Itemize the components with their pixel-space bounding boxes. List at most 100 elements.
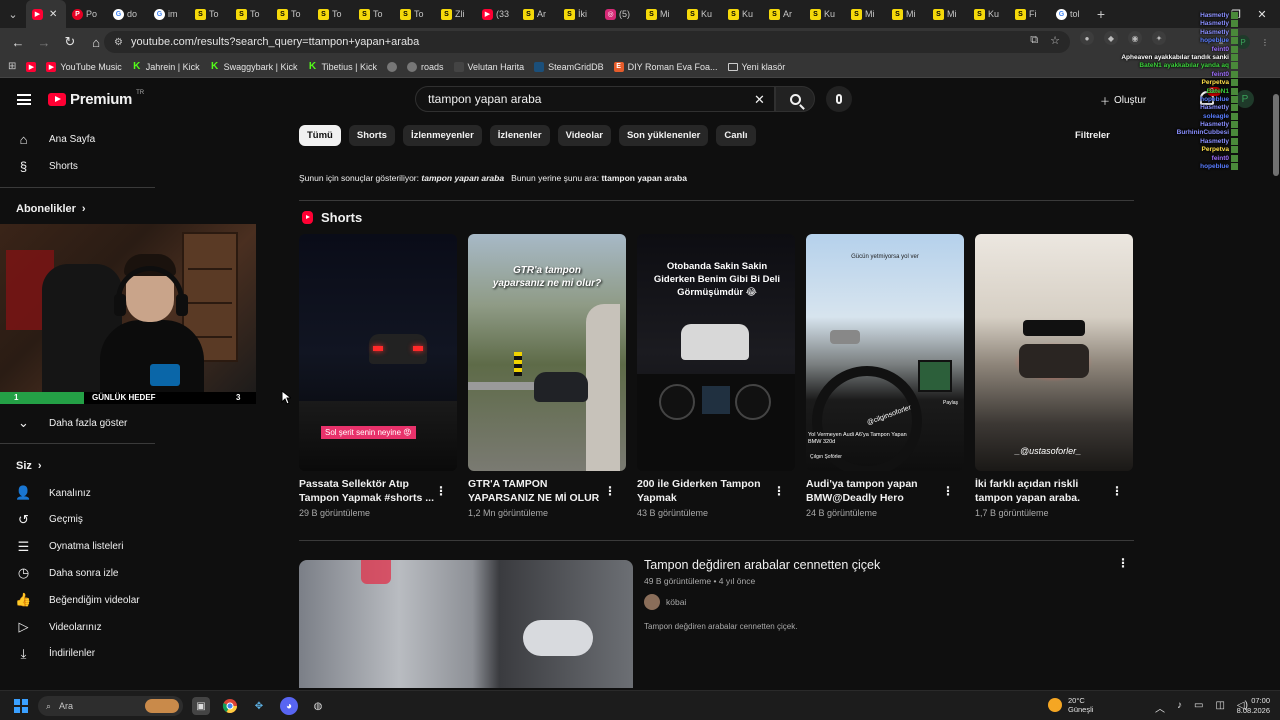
bookmark-item[interactable]: Yeni klasör — [727, 62, 785, 72]
channel-name[interactable]: köbai — [666, 597, 686, 607]
browser-tab[interactable]: S To — [271, 0, 312, 28]
filter-chip[interactable]: İzlenmeyenler — [402, 125, 482, 146]
browser-tab[interactable]: S To — [312, 0, 353, 28]
browser-tab[interactable]: S To — [230, 0, 271, 28]
site-info-icon[interactable]: ⚙ — [114, 37, 123, 48]
clock[interactable]: 07:00 8.08.2026 — [1226, 696, 1270, 716]
short-thumbnail[interactable]: Sol şerit senin neyine 😡 — [299, 234, 457, 471]
bookmark-star-icon[interactable]: ☆ — [1050, 34, 1060, 47]
mic-tray-icon[interactable]: ♪ — [1177, 700, 1182, 715]
close-window-button[interactable]: ✕ — [1240, 0, 1280, 28]
filter-chip[interactable]: Videolar — [557, 125, 611, 146]
sidebar-you-header[interactable]: Siz › — [16, 460, 42, 472]
browser-tab[interactable]: ◎ (5) — [599, 0, 640, 28]
bookmark-item[interactable]: ▶ — [26, 61, 37, 72]
sidebar-item-watch-later[interactable]: ◷ Daha sonra izle — [16, 560, 119, 586]
browser-tab[interactable]: S To — [353, 0, 394, 28]
short-item[interactable]: Otobanda Sakin Sakin Giderken Benim Gibi… — [637, 234, 795, 518]
more-options-icon[interactable]: ⋮ — [604, 484, 616, 498]
chevron-up-icon[interactable]: ︿ — [1155, 700, 1165, 715]
search-button[interactable] — [775, 86, 815, 112]
menu-hamburger-icon[interactable] — [17, 94, 31, 105]
sidebar-item-like[interactable]: 👍 Beğendiğim videolar — [15, 587, 139, 613]
youtube-premium-logo[interactable]: Premium TR — [48, 90, 144, 108]
browser-tab[interactable]: Gim — [148, 0, 189, 28]
short-thumbnail[interactable]: Otobanda Sakin Sakin Giderken Benim Gibi… — [637, 234, 795, 471]
browser-tab[interactable]: P Po — [66, 0, 107, 28]
more-options-icon[interactable]: ⋮ — [773, 484, 785, 498]
filter-chip[interactable]: Tümü — [299, 125, 341, 146]
browser-tab[interactable]: S To — [394, 0, 435, 28]
video-channel[interactable]: köbai — [644, 594, 686, 610]
browser-tab[interactable]: S Mi — [927, 0, 968, 28]
apps-grid-icon[interactable]: ⊞ — [8, 61, 16, 72]
browser-tab[interactable]: S Ku — [681, 0, 722, 28]
network-icon[interactable]: ◫ — [1215, 700, 1224, 715]
chrome-icon[interactable] — [221, 697, 239, 715]
display-icon[interactable]: ▭ — [1194, 700, 1203, 715]
account-avatar[interactable]: P — [1236, 90, 1254, 108]
browser-tab[interactable]: S Mi — [845, 0, 886, 28]
more-options-icon[interactable]: ⋮ — [942, 484, 954, 498]
page-scrollbar[interactable] — [1272, 86, 1280, 688]
sidebar-item-channel[interactable]: 👤 Kanalınız — [15, 480, 90, 506]
browser-menu-icon[interactable]: ⋮ — [1258, 35, 1272, 49]
task-view-icon[interactable]: ▣ — [192, 697, 210, 715]
browser-tab[interactable]: Gtol — [1050, 0, 1091, 28]
clear-search-icon[interactable]: ✕ — [754, 92, 765, 108]
filter-chip[interactable]: İzlenenler — [489, 125, 550, 146]
back-button[interactable]: ← — [6, 30, 30, 54]
video-thumbnail[interactable] — [299, 560, 633, 688]
browser-tab[interactable]: S Ku — [804, 0, 845, 28]
browser-tab[interactable]: S Ku — [722, 0, 763, 28]
more-options-icon[interactable]: ⋮ — [1117, 556, 1129, 570]
forward-button[interactable]: → — [32, 30, 56, 54]
bookmark-item[interactable]: E DIY Roman Eva Foa... — [613, 61, 718, 72]
sidebar-item-download[interactable]: ⤓ İndirilenler — [16, 641, 96, 667]
channel-avatar[interactable] — [644, 594, 660, 610]
short-thumbnail[interactable]: GTR'a tampon yaparsanız ne mi olur? — [468, 234, 626, 471]
discord-icon[interactable]: ◕ — [280, 697, 298, 715]
browser-tab[interactable]: ▶ ✕ — [26, 0, 66, 28]
filter-chip[interactable]: Shorts — [348, 125, 395, 146]
bookmark-item[interactable]: roads — [407, 61, 444, 72]
taskbar-search[interactable]: ⌕ Ara — [38, 696, 183, 716]
windows-start-icon[interactable] — [14, 699, 28, 713]
reload-button[interactable]: ↻ — [58, 30, 82, 54]
short-title[interactable]: 200 ile Giderken Tampon Yapmak — [637, 477, 772, 505]
short-title[interactable]: Audi'ya tampon yapan BMW@Deadly Hero — [806, 477, 941, 505]
sidebar-show-more[interactable]: ⌄ Daha fazla göster — [16, 410, 127, 436]
browser-tab[interactable]: S Ar — [517, 0, 558, 28]
short-item[interactable]: _@ustasoforler_ İki farklı açıdan riskli… — [975, 234, 1133, 518]
bookmark-item[interactable]: K Jahrein | Kick — [132, 61, 199, 72]
bookmark-item[interactable]: K Tibetius | Kick — [308, 61, 377, 72]
voice-search-button[interactable] — [826, 86, 852, 112]
install-icon[interactable]: ⧉ — [1030, 34, 1038, 47]
browser-tab[interactable]: S Ku — [968, 0, 1009, 28]
close-tab-icon[interactable]: ✕ — [49, 9, 57, 20]
profile-avatar[interactable]: P — [1236, 35, 1250, 49]
original-query-link[interactable]: ttampon yapan araba — [601, 173, 687, 183]
bookmark-item[interactable]: K Swaggybark | Kick — [210, 61, 298, 72]
video-title[interactable]: Tampon değdiren arabalar cennetten çiçek — [644, 558, 880, 572]
more-options-icon[interactable]: ⋮ — [435, 484, 447, 498]
sidebar-item-your-videos[interactable]: ▷ Videolarınız — [16, 614, 102, 640]
browser-tab[interactable]: S Ar — [763, 0, 804, 28]
corrected-query-link[interactable]: tampon yapan araba — [421, 173, 504, 183]
filter-chip[interactable]: Son yüklenenler — [618, 125, 709, 146]
sidebar-item-home[interactable]: ⌂ Ana Sayfa — [16, 126, 96, 152]
search-input[interactable] — [428, 92, 728, 106]
bookmark-item[interactable]: Velutan Harita — [453, 61, 524, 72]
browser-tab[interactable]: S Zli — [435, 0, 476, 28]
more-options-icon[interactable]: ⋮ — [1111, 484, 1123, 498]
short-title[interactable]: Passata Sellektör Atıp Tampon Yapmak #sh… — [299, 477, 434, 505]
browser-tab[interactable]: S Fi — [1009, 0, 1050, 28]
bookmark-item[interactable] — [387, 61, 398, 72]
app-icon[interactable]: ✥ — [250, 697, 268, 715]
sidebar-item-shorts[interactable]: § Shorts — [16, 153, 78, 179]
weather-widget[interactable]: 20°C Güneşli — [1048, 696, 1093, 714]
short-thumbnail[interactable]: _@ustasoforler_ — [975, 234, 1133, 471]
sidebar-item-playlists[interactable]: ☰ Oynatma listeleri — [16, 534, 124, 560]
address-bar[interactable]: ⚙ youtube.com/results?search_query=ttamp… — [104, 31, 1070, 53]
browser-tab[interactable]: S To — [189, 0, 230, 28]
